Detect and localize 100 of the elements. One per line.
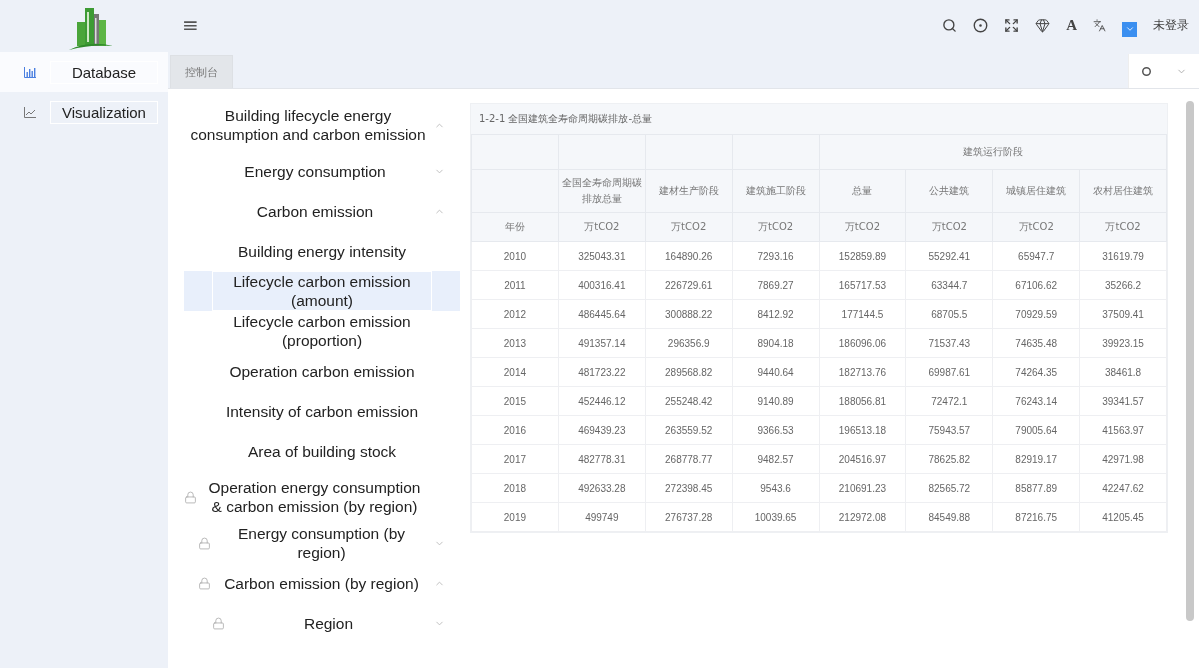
tree-item[interactable]: Building lifecycle energy consumption and carbon emission <box>184 99 460 151</box>
table-cell: 82565.72 <box>905 473 993 503</box>
table-cell: 2018 <box>471 473 559 503</box>
table-cell: 2014 <box>471 357 559 387</box>
table-cell: 75943.57 <box>905 415 993 445</box>
table-cell: 76243.14 <box>992 386 1080 416</box>
table-cell: 481723.22 <box>558 357 646 387</box>
lock-icon <box>184 490 197 504</box>
bar-chart-icon <box>24 66 36 78</box>
table-cell: 186096.06 <box>819 328 906 358</box>
table-cell: 35266.2 <box>1079 270 1167 300</box>
line-chart-icon <box>24 106 36 118</box>
tree-item[interactable]: Lifecycle carbon emission (amount) <box>184 271 460 311</box>
table-cell: 31619.79 <box>1079 241 1167 271</box>
table-cell: 55292.41 <box>905 241 993 271</box>
header-cell: 万tCO2 <box>558 212 646 242</box>
translate-icon[interactable] <box>1093 18 1106 32</box>
font-size-button[interactable]: A <box>1066 16 1077 34</box>
header-cell: 万tCO2 <box>732 212 819 242</box>
lock-icon <box>212 616 225 630</box>
table-cell: 72472.1 <box>905 386 993 416</box>
tree-item[interactable]: Region <box>184 603 460 643</box>
header-cell: 农村居住建筑 <box>1079 169 1167 213</box>
table-cell: 182713.76 <box>819 357 906 387</box>
header-cell: 全国全寿命周期碳排放总量 <box>558 169 646 213</box>
table-cell: 74635.48 <box>992 328 1080 358</box>
table-cell: 482778.31 <box>558 444 646 474</box>
table-cell: 69987.61 <box>905 357 993 387</box>
table-cell: 204516.97 <box>819 444 906 474</box>
sidebar-item[interactable]: Visualization <box>0 92 168 132</box>
table-cell: 164890.26 <box>645 241 733 271</box>
menu-toggle[interactable]: ≡ <box>182 13 199 37</box>
table-cell: 85877.89 <box>992 473 1080 503</box>
tab[interactable]: 控制台 <box>170 55 233 88</box>
table-cell: 65947.7 <box>992 241 1080 271</box>
tree-item[interactable]: Building energy intensity <box>184 231 460 271</box>
target-icon[interactable] <box>973 17 989 33</box>
table-cell: 188056.81 <box>819 386 906 416</box>
table-cell: 8904.18 <box>732 328 819 358</box>
tree-item[interactable]: Energy consumption (by region) <box>184 523 460 563</box>
table-cell: 491357.14 <box>558 328 646 358</box>
tree-item[interactable]: Operation energy consumption & carbon emission (by region) <box>184 471 460 523</box>
table-cell: 177144.5 <box>819 299 906 329</box>
table-cell: 41563.97 <box>1079 415 1167 445</box>
table-cell: 276737.28 <box>645 502 733 532</box>
table-title: 1-2-1 全国建筑全寿命周期碳排放-总量 <box>478 112 654 126</box>
table-cell: 226729.61 <box>645 270 733 300</box>
table-cell: 70929.59 <box>992 299 1080 329</box>
table-cell: 42247.62 <box>1079 473 1167 503</box>
header-cell: 建筑运行阶段 <box>819 134 1167 170</box>
tree-item[interactable]: Operation carbon emission <box>184 351 460 391</box>
table-cell: 469439.23 <box>558 415 646 445</box>
table-cell: 79005.64 <box>992 415 1080 445</box>
table-cell: 2019 <box>471 502 559 532</box>
header-cell: 万tCO2 <box>992 212 1080 242</box>
tree-item[interactable]: Lifecycle carbon emission (proportion) <box>184 311 460 351</box>
table-cell: 39341.57 <box>1079 386 1167 416</box>
tree-item[interactable]: Energy consumption <box>184 151 460 191</box>
table-cell: 82919.17 <box>992 444 1080 474</box>
table-cell: 210691.23 <box>819 473 906 503</box>
gem-icon[interactable] <box>1035 17 1051 33</box>
table-cell: 78625.82 <box>905 444 993 474</box>
table-cell: 400316.41 <box>558 270 646 300</box>
table-cell: 63344.7 <box>905 270 993 300</box>
table-cell: 263559.52 <box>645 415 733 445</box>
tree-item[interactable]: Carbon emission (by region) <box>184 563 460 603</box>
table-cell: 71537.43 <box>905 328 993 358</box>
tree-item[interactable]: Area of building stock <box>184 431 460 471</box>
table-cell: 9140.89 <box>732 386 819 416</box>
header-cell: 总量 <box>819 169 906 213</box>
table-cell: 8412.92 <box>732 299 819 329</box>
table-cell: 486445.64 <box>558 299 646 329</box>
table-cell: 7869.27 <box>732 270 819 300</box>
header-cell: 公共建筑 <box>905 169 993 213</box>
circle-icon[interactable] <box>1141 66 1151 76</box>
table-cell: 38461.8 <box>1079 357 1167 387</box>
table-cell: 492633.28 <box>558 473 646 503</box>
header-cell: 万tCO2 <box>645 212 733 242</box>
header-cell: 年份 <box>471 212 559 242</box>
tree-item[interactable]: Carbon emission <box>184 191 460 231</box>
scrollbar-thumb[interactable] <box>1186 101 1194 621</box>
table-cell: 268778.77 <box>645 444 733 474</box>
sidebar-item[interactable]: Database <box>0 52 168 92</box>
login-status[interactable]: 未登录 <box>1153 16 1189 34</box>
table-cell: 152859.89 <box>819 241 906 271</box>
table-cell: 2010 <box>471 241 559 271</box>
table-cell: 196513.18 <box>819 415 906 445</box>
dropdown-button[interactable] <box>1122 21 1137 37</box>
header-cell: 万tCO2 <box>819 212 906 242</box>
header-cell: 城镇居住建筑 <box>992 169 1080 213</box>
header-cell: 万tCO2 <box>1079 212 1167 242</box>
search-icon[interactable] <box>942 17 958 33</box>
lock-icon <box>198 536 211 550</box>
expand-icon[interactable] <box>1004 17 1020 33</box>
table-cell: 67106.62 <box>992 270 1080 300</box>
table-cell: 9543.6 <box>732 473 819 503</box>
table-cell: 9482.57 <box>732 444 819 474</box>
table-cell: 2017 <box>471 444 559 474</box>
tree-item[interactable]: Intensity of carbon emission <box>184 391 460 431</box>
table-cell: 452446.12 <box>558 386 646 416</box>
